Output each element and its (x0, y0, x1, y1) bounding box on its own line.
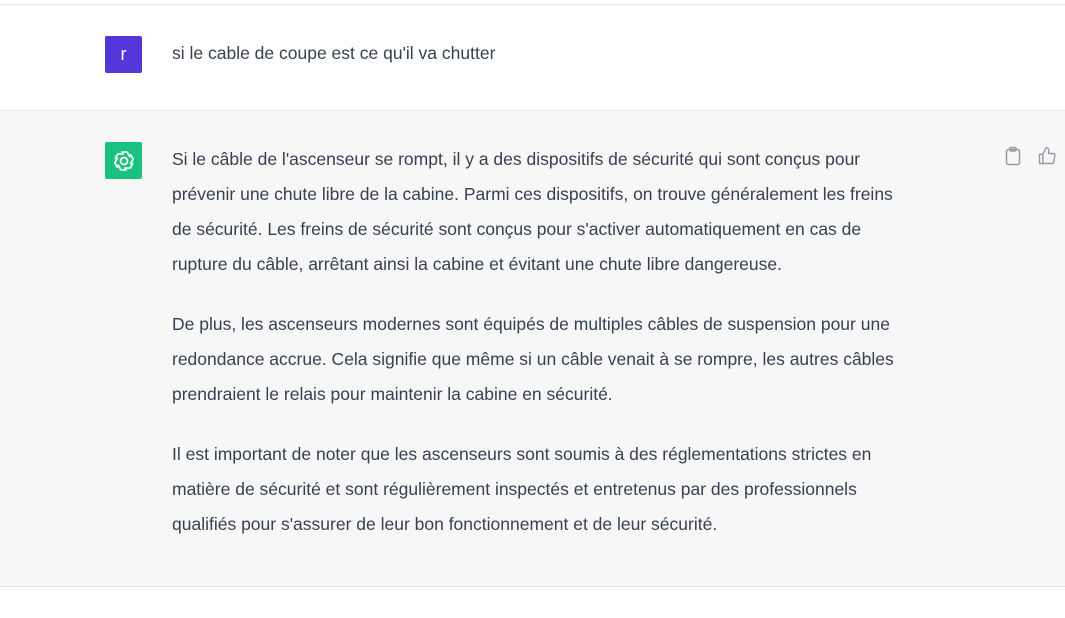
text-line: Si le câble de l'ascenseur se rompt, il … (172, 149, 861, 169)
openai-logo-icon (113, 150, 134, 171)
text-line: Il est important de noter que les ascens… (172, 444, 872, 464)
chat-page: r si le cable de coupe est ce qu'il va c… (0, 0, 1065, 618)
message-actions (1003, 146, 1057, 166)
text-line: redondance accrue. Cela signifie que mêm… (172, 349, 894, 369)
text-line: prendraient le relais pour maintenir la … (172, 384, 613, 404)
text-line: De plus, les ascenseurs modernes sont éq… (172, 314, 890, 334)
thumbs-up-button[interactable] (1037, 146, 1057, 166)
paragraph-3: Il est important de noter que les ascens… (172, 437, 997, 542)
text-line: de sécurité. Les freins de sécurité sont… (172, 219, 862, 239)
assistant-avatar (105, 142, 142, 179)
paragraph-2: De plus, les ascenseurs modernes sont éq… (172, 307, 997, 412)
assistant-message-text: Si le câble de l'ascenseur se rompt, il … (172, 142, 997, 567)
text-line: qualifiés pour s'assurer de leur bon fon… (172, 514, 718, 534)
assistant-message: Si le câble de l'ascenseur se rompt, il … (0, 111, 1065, 587)
text-line: matière de sécurité et sont régulièremen… (172, 479, 857, 499)
text-line: prévenir une chute libre de la cabine. P… (172, 184, 893, 204)
clipboard-icon (1005, 146, 1021, 166)
paragraph-1: Si le câble de l'ascenseur se rompt, il … (172, 142, 997, 282)
copy-button[interactable] (1003, 146, 1023, 166)
text-line: rupture du câble, arrêtant ainsi la cabi… (172, 254, 782, 274)
user-message-text: si le cable de coupe est ce qu'il va chu… (172, 43, 496, 63)
user-message: r si le cable de coupe est ce qu'il va c… (0, 5, 1065, 111)
thumbs-up-icon (1038, 146, 1056, 165)
user-avatar: r (105, 36, 142, 73)
